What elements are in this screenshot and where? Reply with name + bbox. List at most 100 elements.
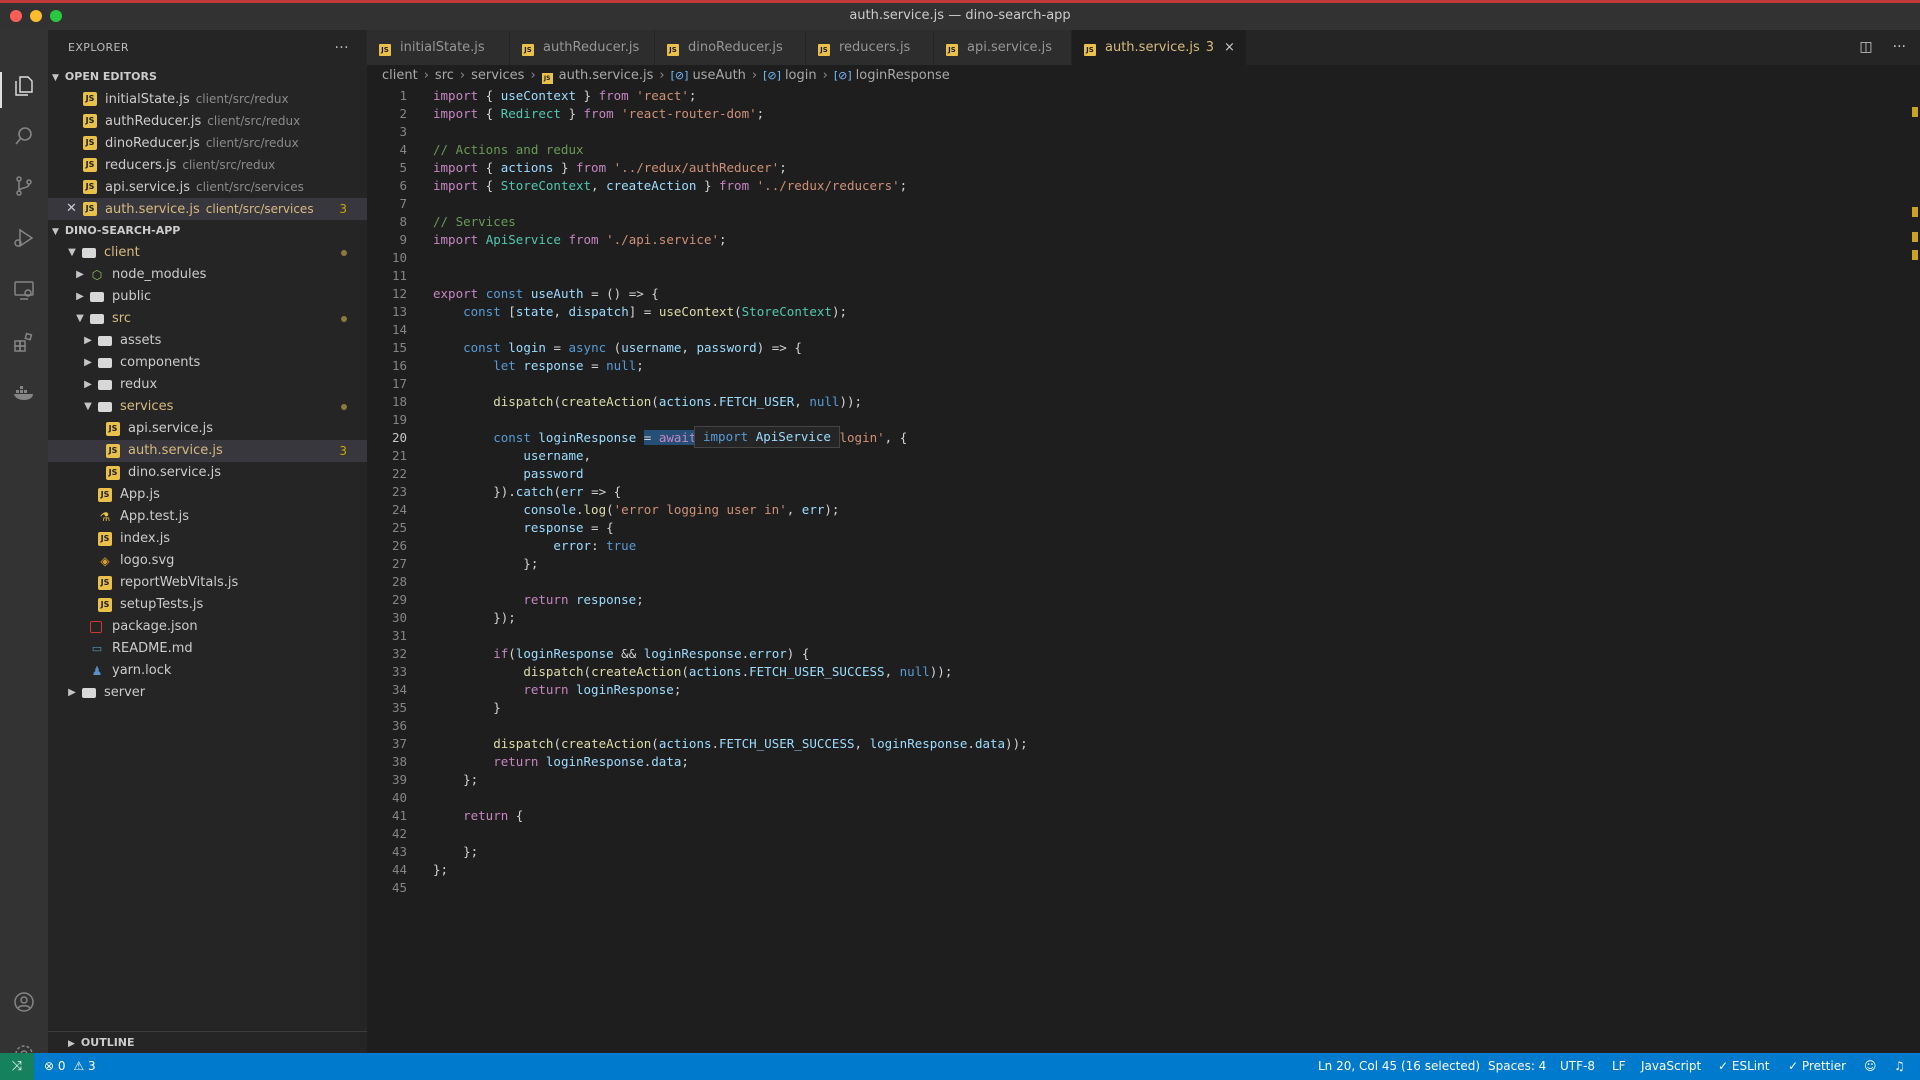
tree-file[interactable]: JS api.service.js bbox=[48, 418, 367, 440]
code-line[interactable]: 24 console.log('error logging user in', … bbox=[367, 501, 1920, 519]
breadcrumb-item[interactable]: useAuth bbox=[692, 68, 745, 83]
remote-explorer-icon[interactable] bbox=[12, 278, 36, 302]
code-line[interactable]: 8 // Services bbox=[367, 213, 1920, 231]
outline-section[interactable]: ▶ OUTLINE bbox=[48, 1031, 367, 1053]
code-line[interactable]: 19 bbox=[367, 411, 1920, 429]
code-line[interactable]: 20 const loginResponse = await ApiServic… bbox=[367, 429, 1920, 447]
code-line[interactable]: 13 const [state, dispatch] = useContext(… bbox=[367, 303, 1920, 321]
minimize-window-button[interactable] bbox=[30, 10, 42, 22]
breadcrumb-item[interactable]: services bbox=[471, 68, 524, 83]
end-of-line[interactable]: LF bbox=[1612, 1053, 1626, 1080]
open-editor-item[interactable]: JS authReducer.js client/src/redux bbox=[48, 110, 367, 132]
code-editor[interactable]: 1 import { useContext } from 'react'; 2 imp… bbox=[367, 87, 1920, 897]
code-line[interactable]: 21 username, bbox=[367, 447, 1920, 465]
problems-indicator[interactable]: ⊗ 0 ⚠ 3 bbox=[44, 1053, 96, 1080]
open-editor-item-active[interactable]: ✕ JS auth.service.js client/src/services 3 bbox=[48, 198, 367, 220]
tree-folder-services[interactable]: ▼ services bbox=[48, 396, 367, 418]
code-line[interactable]: 6 import { StoreContext, createAction } f… bbox=[367, 177, 1920, 195]
cursor-position[interactable]: Ln 20, Col 45 (16 selected) bbox=[1318, 1053, 1480, 1080]
tree-file[interactable]: ♟ yarn.lock bbox=[48, 660, 367, 682]
breadcrumb-item[interactable]: auth.service.js bbox=[559, 68, 654, 83]
code-line[interactable]: 18 dispatch(createAction(actions.FETCH_U… bbox=[367, 393, 1920, 411]
more-actions-icon[interactable]: ··· bbox=[1893, 39, 1906, 55]
breadcrumb-item[interactable]: login bbox=[785, 68, 817, 83]
tree-file[interactable]: package.json bbox=[48, 616, 367, 638]
prettier-status[interactable]: ✓ Prettier bbox=[1788, 1053, 1846, 1080]
feedback-icon[interactable]: ☺ bbox=[1864, 1053, 1877, 1080]
search-icon[interactable] bbox=[12, 124, 36, 148]
code-line[interactable]: 25 response = { bbox=[367, 519, 1920, 537]
breadcrumb-item[interactable]: src bbox=[435, 68, 454, 83]
code-line[interactable]: 45 bbox=[367, 879, 1920, 897]
code-line[interactable]: 35 } bbox=[367, 699, 1920, 717]
code-line[interactable]: 42 bbox=[367, 825, 1920, 843]
more-actions-icon[interactable]: ··· bbox=[334, 30, 349, 66]
code-line[interactable]: 26 error: true bbox=[367, 537, 1920, 555]
code-line[interactable]: 14 bbox=[367, 321, 1920, 339]
code-line[interactable]: 12 export const useAuth = () => { bbox=[367, 285, 1920, 303]
code-line[interactable]: 39 }; bbox=[367, 771, 1920, 789]
tree-file[interactable]: ◈ logo.svg bbox=[48, 550, 367, 572]
tab-auth-service[interactable]: JS auth.service.js 3 × bbox=[1072, 30, 1247, 65]
code-line[interactable]: 16 let response = null; bbox=[367, 357, 1920, 375]
code-line[interactable]: 37 dispatch(createAction(actions.FETCH_U… bbox=[367, 735, 1920, 753]
code-line[interactable]: 34 return loginResponse; bbox=[367, 681, 1920, 699]
tab-authreducer[interactable]: JS authReducer.js bbox=[510, 30, 655, 65]
breadcrumb-item[interactable]: client bbox=[382, 68, 418, 83]
code-line[interactable]: 33 dispatch(createAction(actions.FETCH_U… bbox=[367, 663, 1920, 681]
tree-folder-node-modules[interactable]: ▶ ⬡ node_modules bbox=[48, 264, 367, 286]
code-line[interactable]: 11 bbox=[367, 267, 1920, 285]
open-editor-item[interactable]: JS reducers.js client/src/redux bbox=[48, 154, 367, 176]
tree-folder-public[interactable]: ▶ public bbox=[48, 286, 367, 308]
code-line[interactable]: 23 }).catch(err => { bbox=[367, 483, 1920, 501]
language-mode[interactable]: JavaScript bbox=[1641, 1053, 1701, 1080]
code-line[interactable]: 1 import { useContext } from 'react'; bbox=[367, 87, 1920, 105]
code-line[interactable]: 7 bbox=[367, 195, 1920, 213]
code-line[interactable]: 41 return { bbox=[367, 807, 1920, 825]
code-line[interactable]: 29 return response; bbox=[367, 591, 1920, 609]
code-line[interactable]: 31 bbox=[367, 627, 1920, 645]
open-editor-item[interactable]: JS api.service.js client/src/services bbox=[48, 176, 367, 198]
notifications-bell-icon[interactable]: ♫ bbox=[1894, 1053, 1905, 1080]
explorer-icon[interactable] bbox=[12, 74, 36, 98]
encoding[interactable]: UTF-8 bbox=[1560, 1053, 1595, 1080]
code-line[interactable]: 36 bbox=[367, 717, 1920, 735]
extensions-icon[interactable] bbox=[12, 330, 36, 354]
code-line[interactable]: 22 password bbox=[367, 465, 1920, 483]
code-line[interactable]: 32 if(loginResponse && loginResponse.err… bbox=[367, 645, 1920, 663]
tree-folder-redux[interactable]: ▶ redux bbox=[48, 374, 367, 396]
tab-reducers[interactable]: JS reducers.js bbox=[806, 30, 934, 65]
code-line[interactable]: 2 import { Redirect } from 'react-router-… bbox=[367, 105, 1920, 123]
code-line[interactable]: 40 bbox=[367, 789, 1920, 807]
tree-file[interactable]: JS index.js bbox=[48, 528, 367, 550]
code-line[interactable]: 5 import { actions } from '../redux/authR… bbox=[367, 159, 1920, 177]
tree-folder-server[interactable]: ▶ server bbox=[48, 682, 367, 704]
tab-dinoreducer[interactable]: JS dinoReducer.js bbox=[655, 30, 806, 65]
tree-folder-src[interactable]: ▼ src bbox=[48, 308, 367, 330]
code-line[interactable]: 3 bbox=[367, 123, 1920, 141]
run-debug-icon[interactable] bbox=[12, 226, 36, 250]
docker-icon[interactable] bbox=[12, 380, 36, 404]
close-tab-icon[interactable]: × bbox=[1224, 40, 1235, 55]
eslint-status[interactable]: ✓ ESLint bbox=[1718, 1053, 1769, 1080]
tree-file[interactable]: JS App.js bbox=[48, 484, 367, 506]
code-line[interactable]: 10 bbox=[367, 249, 1920, 267]
code-line[interactable]: 4 // Actions and redux bbox=[367, 141, 1920, 159]
open-editor-item[interactable]: JS initialState.js client/src/redux bbox=[48, 88, 367, 110]
tree-file[interactable]: JS dino.service.js bbox=[48, 462, 367, 484]
zoom-window-button[interactable] bbox=[50, 10, 62, 22]
open-editor-item[interactable]: JS dinoReducer.js client/src/redux bbox=[48, 132, 367, 154]
code-line[interactable]: 38 return loginResponse.data; bbox=[367, 753, 1920, 771]
code-line[interactable]: 28 bbox=[367, 573, 1920, 591]
editor-scrollbar[interactable] bbox=[1906, 87, 1920, 1053]
code-line[interactable]: 27 }; bbox=[367, 555, 1920, 573]
split-editor-icon[interactable]: ◫ bbox=[1859, 39, 1872, 55]
remote-indicator[interactable]: ⤨ bbox=[0, 1053, 34, 1080]
project-header[interactable]: ▼ DINO-SEARCH-APP bbox=[48, 220, 367, 242]
open-editors-header[interactable]: ▼ OPEN EDITORS bbox=[48, 66, 367, 88]
tree-folder-client[interactable]: ▼ client bbox=[48, 242, 367, 264]
code-line[interactable]: 43 }; bbox=[367, 843, 1920, 861]
tree-file-selected[interactable]: JS auth.service.js 3 bbox=[48, 440, 367, 462]
tree-file[interactable]: JS setupTests.js bbox=[48, 594, 367, 616]
tab-initialstate[interactable]: JS initialState.js bbox=[367, 30, 510, 65]
